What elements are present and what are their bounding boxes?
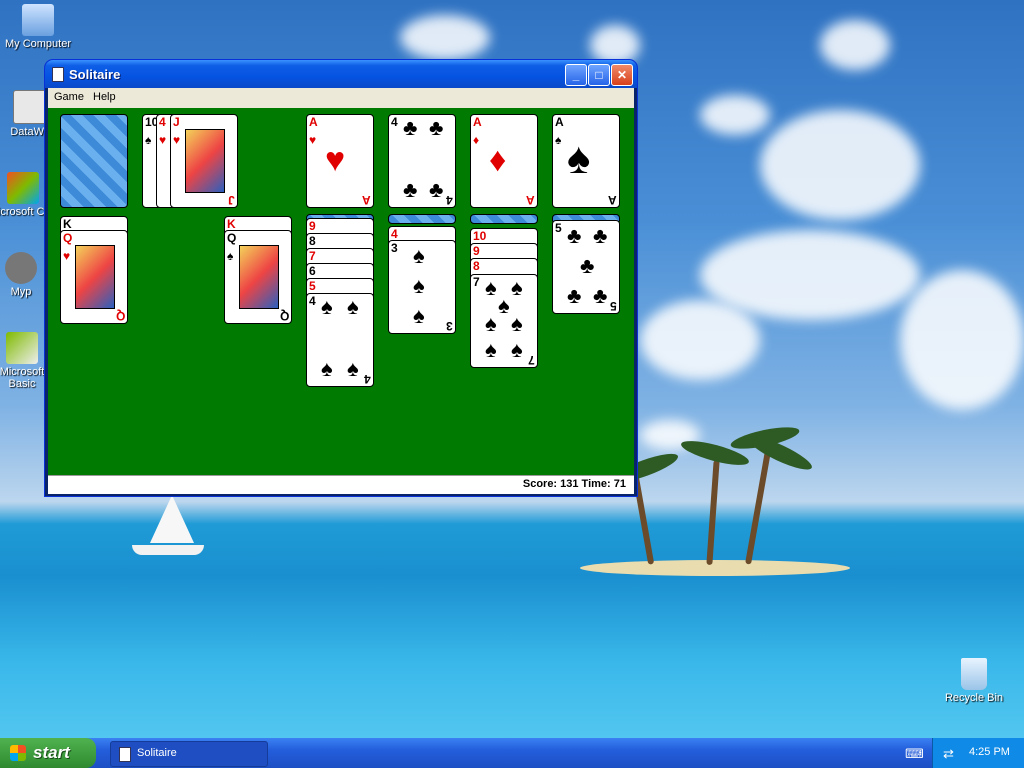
shortcut-icon — [13, 90, 47, 124]
game-felt: 10 ♠ 4 ♥ J ♥ J A ♥ ♥ A 4 ♣ ♣ ♣ ♣ 4 A ♦ ♦… — [48, 108, 634, 475]
sailboat — [150, 495, 194, 543]
foundation-hearts[interactable]: A ♥ ♥ A — [306, 114, 374, 208]
taskbar: start Solitaire ⌨ ⇄ 4:25 PM — [0, 738, 1024, 768]
recycle-bin-icon — [961, 658, 987, 690]
window-title: Solitaire — [69, 67, 121, 82]
taskbar-item-solitaire[interactable]: Solitaire — [110, 741, 268, 767]
waste-top-card[interactable]: J ♥ J — [170, 114, 238, 208]
visual-basic-icon — [6, 332, 38, 364]
score-time-readout: Score: 131 Time: 71 — [522, 478, 626, 490]
tableau-card[interactable]: 7 ♠ ♠ ♠ ♠ ♠ ♠ ♠ 7 — [470, 274, 538, 368]
windows-logo-icon — [10, 745, 26, 761]
status-bar: Score: 131 Time: 71 — [48, 475, 634, 494]
queen-face-art — [75, 245, 115, 309]
foundation-clubs[interactable]: 4 ♣ ♣ ♣ ♣ 4 — [388, 114, 456, 208]
system-tray: ⇄ 4:25 PM — [932, 738, 1024, 768]
network-icon[interactable]: ⇄ — [943, 746, 954, 762]
computer-icon — [22, 4, 54, 36]
maximize-button[interactable]: □ — [588, 64, 610, 86]
desktop-icon-recycle-bin[interactable]: Recycle Bin — [936, 658, 1012, 704]
solitaire-app-icon[interactable] — [52, 67, 64, 82]
tableau-card[interactable]: 5 ♣ ♣ ♣ ♣ ♣ 5 — [552, 220, 620, 314]
menu-help[interactable]: Help — [93, 91, 116, 103]
foundation-diamonds[interactable]: A ♦ ♦ A — [470, 114, 538, 208]
jack-face-art — [185, 129, 225, 193]
solitaire-window: Solitaire _ □ ✕ Game Help 10 ♠ 4 ♥ J ♥ J… — [45, 60, 637, 496]
title-bar[interactable]: Solitaire _ □ ✕ — [45, 60, 637, 88]
island — [580, 560, 850, 576]
facedown-card — [388, 214, 456, 224]
stock-pile[interactable] — [60, 114, 128, 208]
tableau-card[interactable]: Q ♠ Q — [224, 230, 292, 324]
menu-bar: Game Help — [48, 88, 634, 108]
start-button[interactable]: start — [0, 738, 96, 768]
queen-face-art — [239, 245, 279, 309]
desktop-icon-my-computer[interactable]: My Computer — [0, 4, 76, 50]
minimize-button[interactable]: _ — [565, 64, 587, 86]
clock[interactable]: 4:25 PM — [969, 746, 1010, 758]
tableau-card[interactable]: 4 ♠ ♠ ♠ ♠ 4 — [306, 293, 374, 387]
close-button[interactable]: ✕ — [611, 64, 633, 86]
facedown-card — [470, 214, 538, 224]
visual-cpp-icon — [7, 172, 39, 204]
raccoon-icon — [5, 252, 37, 284]
menu-game[interactable]: Game — [54, 91, 84, 103]
solitaire-icon — [119, 747, 131, 762]
foundation-spades[interactable]: A ♠ ♠ A — [552, 114, 620, 208]
keyboard-icon[interactable]: ⌨ — [905, 746, 924, 762]
tableau-card[interactable]: 3 ♠ ♠ ♠ 3 — [388, 240, 456, 334]
tableau-card[interactable]: Q ♥ Q — [60, 230, 128, 324]
